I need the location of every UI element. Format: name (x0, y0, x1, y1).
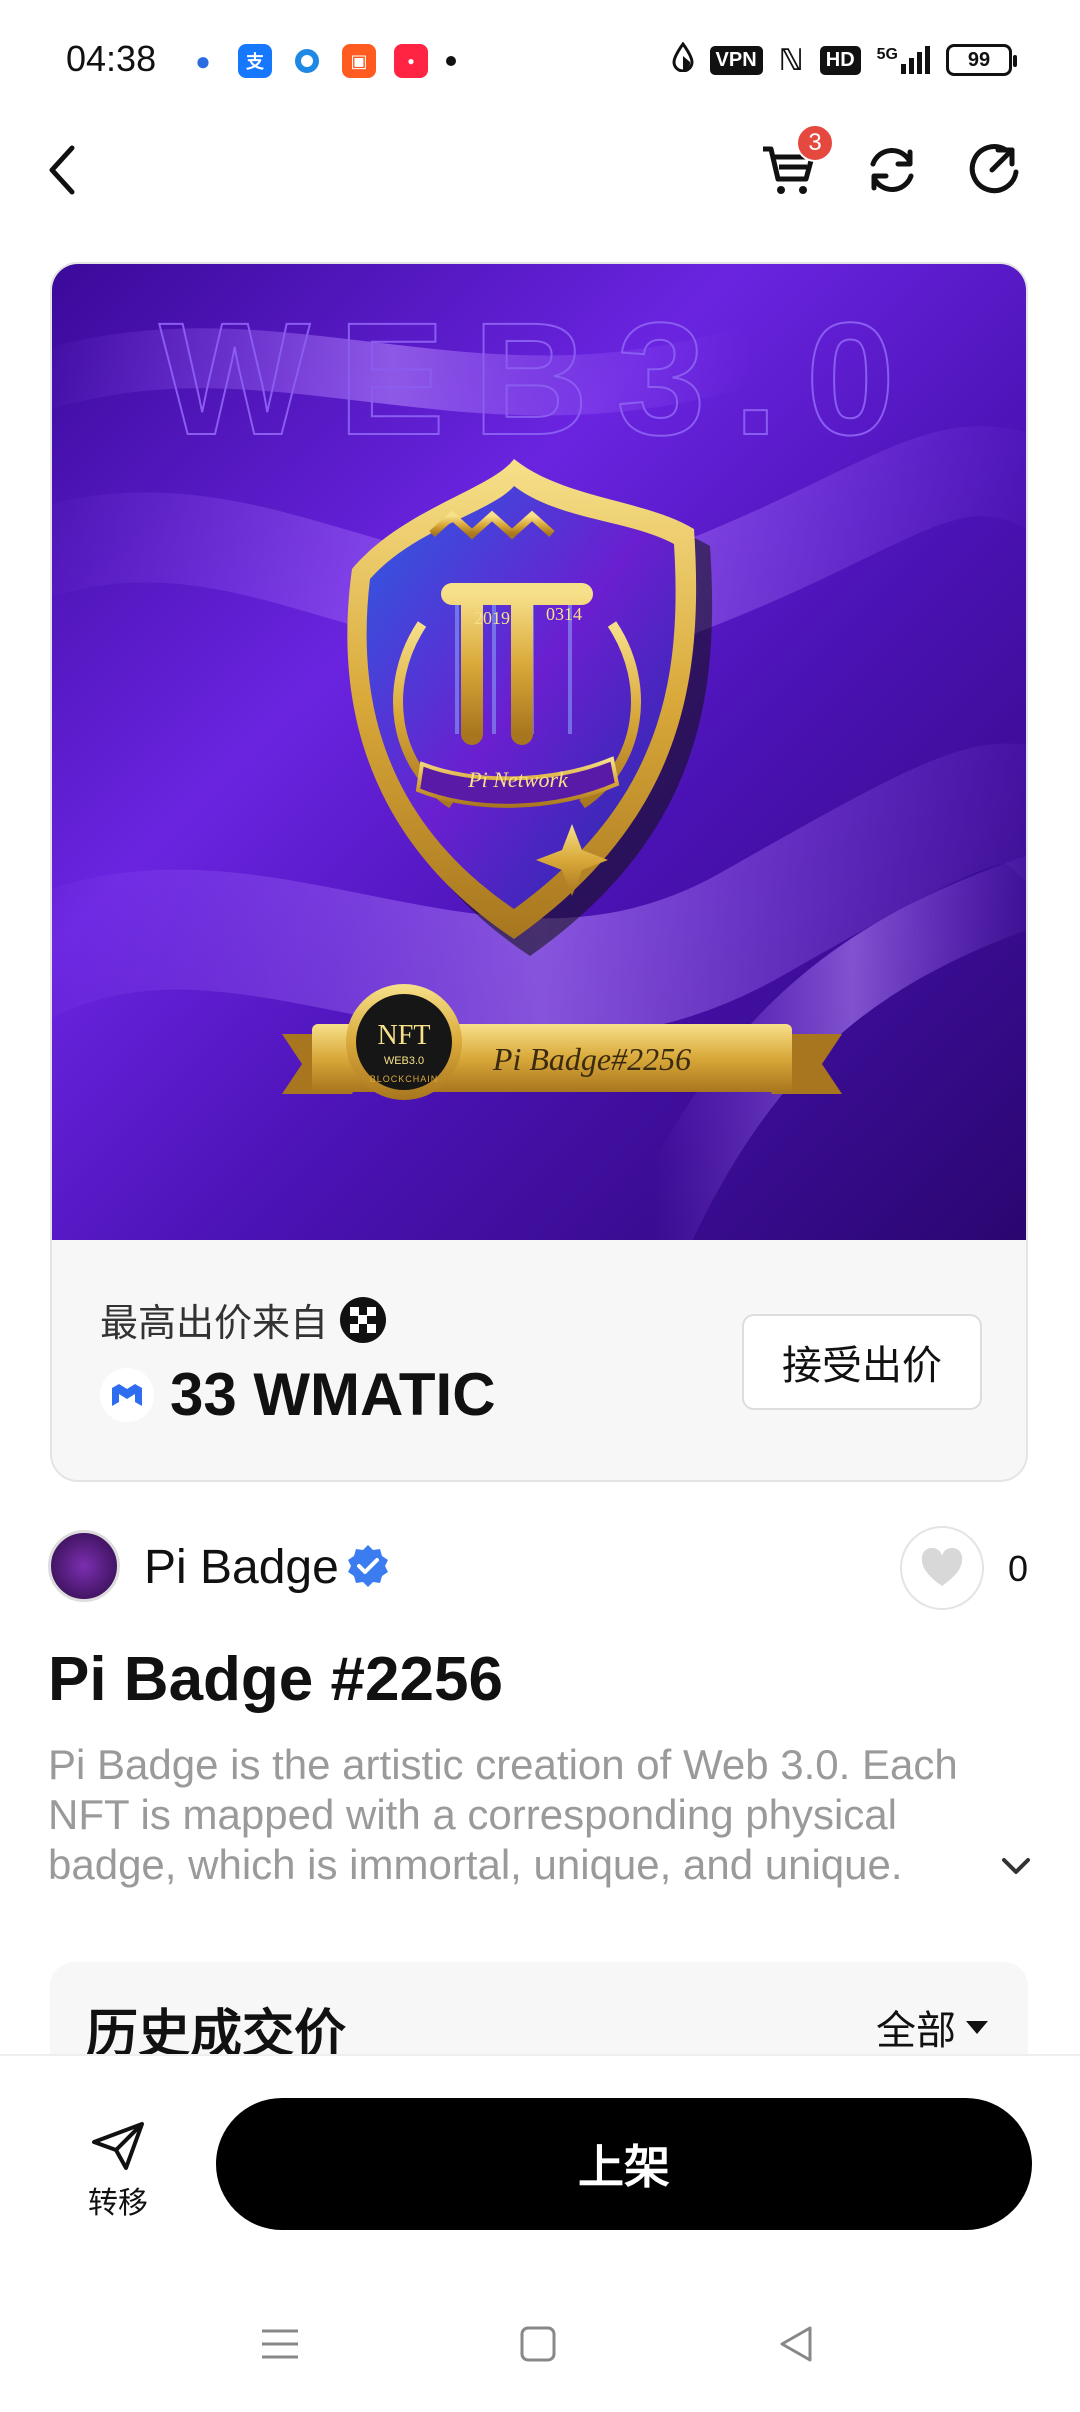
history-filter-dropdown[interactable]: 全部 (876, 1998, 988, 2056)
menu-icon (262, 2329, 298, 2359)
bidder-avatar-icon[interactable] (340, 1296, 387, 1343)
status-bar: 04:38 ● 支 ▣ ● VPN ℕ HD 5G 99 (0, 0, 1080, 110)
highest-bid-panel: 最高出价来自 33 WMATIC 接受出价 (52, 1240, 1026, 1480)
kuaishou-icon: ▣ (342, 44, 376, 78)
bid-amount: 33 WMATIC (170, 1361, 496, 1428)
seal-ring-text: BLOCKCHAIN (370, 1074, 439, 1084)
watermark-text: WEB3.0 (159, 289, 923, 468)
xiaohongshu-icon: ● (394, 44, 428, 78)
collection-avatar[interactable] (48, 1530, 120, 1602)
back-triangle-icon (780, 2326, 812, 2362)
data-saver-icon (672, 41, 694, 78)
cart-button[interactable]: 3 (752, 124, 834, 210)
like-button[interactable] (900, 1526, 984, 1610)
nft-description: Pi Badge is the artistic creation of Web… (48, 1741, 958, 1888)
share-icon (969, 144, 1019, 194)
nft-card: WEB3.0 2019 0314 Pi Network Pi Badge#225… (50, 262, 1028, 1482)
back-nav-button[interactable] (766, 2314, 826, 2374)
chevron-left-icon (49, 145, 75, 195)
refresh-icon (870, 148, 914, 192)
dot-icon (446, 56, 456, 66)
signal-icon: 5G (877, 46, 930, 74)
menu-nav-button[interactable] (250, 2314, 310, 2374)
accept-offer-button[interactable]: 接受出价 (742, 1314, 982, 1410)
collection-name[interactable]: Pi Badge (144, 1540, 339, 1595)
banner-text: Pi Badge#2256 (492, 1041, 691, 1077)
shield-date: 0314 (546, 604, 582, 624)
chevron-down-icon[interactable] (996, 1850, 1036, 1880)
shield-ribbon-text: Pi Network (467, 767, 569, 792)
polygon-token-icon (100, 1367, 154, 1422)
bid-label-row: 最高出价来自 (100, 1292, 387, 1347)
top-navigation: 3 (0, 124, 1080, 210)
vpn-badge: VPN (709, 45, 763, 75)
transfer-label: 转移 (88, 2186, 148, 2221)
alipay-icon: 支 (238, 44, 272, 78)
system-navigation-bar (0, 2290, 1080, 2400)
nft-title: Pi Badge #2256 (48, 1645, 503, 1714)
like-count: 0 (1008, 1548, 1029, 1589)
baidu-icon: ● (186, 44, 220, 78)
network-type: 5G (876, 46, 898, 63)
share-button[interactable] (958, 130, 1030, 210)
browser-icon (290, 44, 324, 78)
send-icon (92, 2122, 144, 2170)
history-filter-label: 全部 (876, 2008, 956, 2054)
nfc-icon: ℕ (778, 43, 804, 77)
transfer-button[interactable]: 转移 (72, 2120, 164, 2240)
verified-icon (348, 1545, 388, 1587)
nft-image[interactable]: WEB3.0 2019 0314 Pi Network Pi Badge#225… (52, 264, 1026, 1240)
refresh-button[interactable] (856, 130, 928, 210)
caret-down-icon (966, 2020, 988, 2034)
bid-amount-row: 33 WMATIC (100, 1360, 496, 1429)
status-time: 04:38 (66, 38, 157, 79)
seal-text: NFT (378, 1020, 431, 1051)
home-square-icon (520, 2326, 556, 2362)
list-for-sale-button[interactable]: 上架 (216, 2098, 1032, 2230)
battery-level: 99 (967, 48, 991, 71)
battery-icon: 99 (946, 44, 1017, 76)
hd-badge: HD (819, 45, 861, 75)
nft-artwork: WEB3.0 2019 0314 Pi Network Pi Badge#225… (52, 264, 1026, 1240)
shield-year: 2019 (474, 608, 510, 628)
heart-icon (921, 1548, 963, 1586)
back-button[interactable] (26, 130, 98, 210)
status-right: VPN ℕ HD 5G 99 (672, 41, 1017, 78)
collection-row: Pi Badge 0 (48, 1526, 1032, 1610)
bid-label: 最高出价来自 (100, 1303, 329, 1345)
home-nav-button[interactable] (508, 2314, 568, 2374)
seal-subtext: WEB3.0 (384, 1055, 424, 1067)
status-app-icons: ● 支 ▣ ● (186, 44, 456, 78)
cart-count-badge: 3 (796, 124, 834, 162)
